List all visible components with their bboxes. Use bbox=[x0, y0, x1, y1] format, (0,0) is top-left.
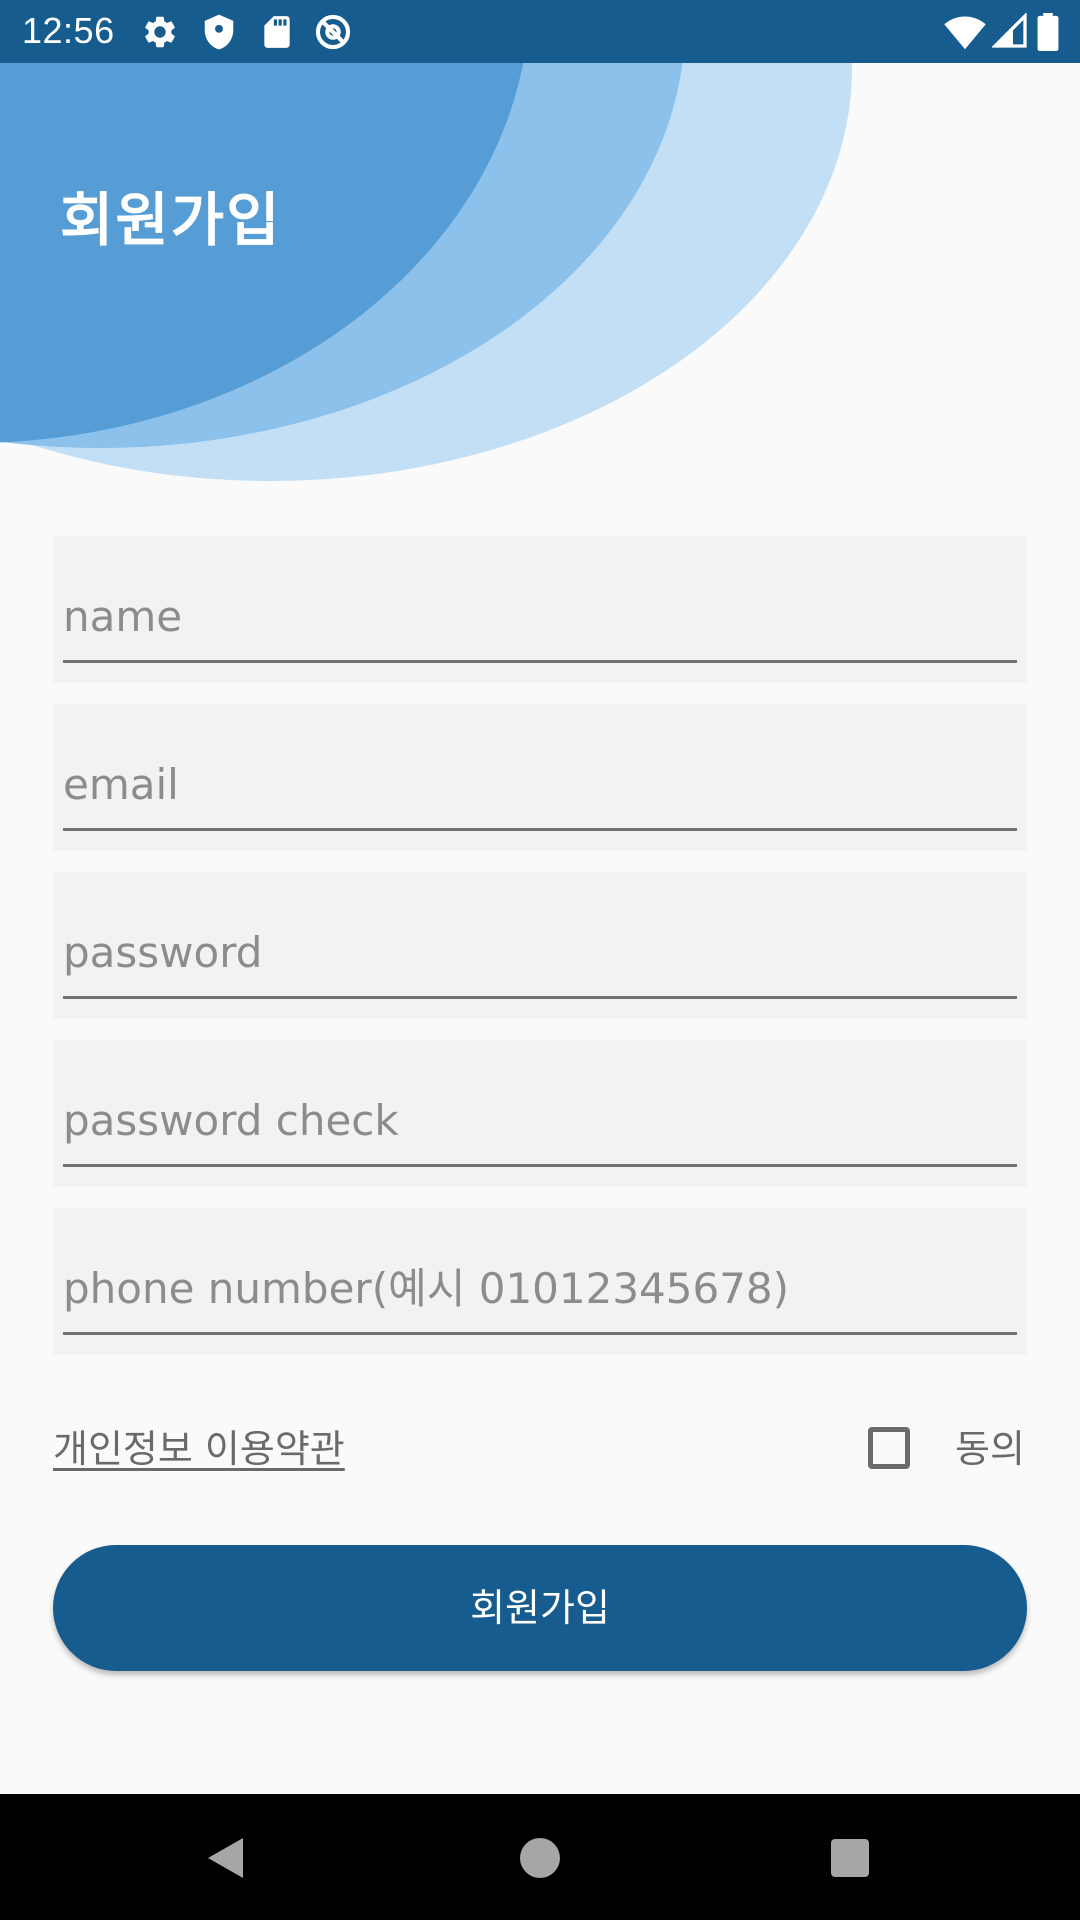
email-field[interactable] bbox=[53, 704, 1027, 851]
signup-button[interactable]: 회원가입 bbox=[53, 1545, 1027, 1671]
back-icon[interactable] bbox=[205, 1836, 245, 1880]
password-check-field[interactable] bbox=[53, 1040, 1027, 1187]
settings-icon bbox=[145, 16, 175, 48]
name-input[interactable] bbox=[63, 586, 1027, 646]
status-bar: 12:56 bbox=[0, 0, 1080, 63]
name-underline bbox=[63, 660, 1017, 663]
shield-icon bbox=[204, 14, 234, 50]
sd-card-icon bbox=[264, 16, 290, 48]
phone-field[interactable] bbox=[53, 1208, 1027, 1355]
name-field[interactable] bbox=[53, 536, 1027, 683]
signup-screen: 12:56 회원가입 name email phone number(예시 01… bbox=[0, 0, 1080, 1920]
header-wave-decoration bbox=[0, 63, 852, 481]
email-input[interactable] bbox=[63, 754, 1027, 814]
signup-button-label: 회원가입 bbox=[470, 1586, 610, 1630]
password-check-input[interactable] bbox=[63, 1090, 1027, 1150]
phone-input[interactable] bbox=[63, 1258, 1027, 1318]
phone-underline bbox=[63, 1332, 1017, 1335]
agree-label: 동의 bbox=[955, 1427, 1025, 1471]
email-underline bbox=[63, 828, 1017, 831]
navigation-bar bbox=[0, 1794, 1080, 1920]
at-sign-icon bbox=[315, 14, 351, 50]
status-time: 12:56 bbox=[22, 10, 115, 51]
recents-icon[interactable] bbox=[831, 1839, 869, 1877]
wifi-icon bbox=[944, 16, 986, 50]
page-title: 회원가입 bbox=[60, 186, 282, 254]
password-check-underline bbox=[63, 1164, 1017, 1167]
battery-icon bbox=[1037, 13, 1059, 51]
home-icon[interactable] bbox=[520, 1838, 560, 1878]
agree-checkbox[interactable] bbox=[868, 1427, 910, 1469]
signal-icon bbox=[992, 13, 1027, 48]
password-field[interactable] bbox=[53, 872, 1027, 1019]
password-input[interactable] bbox=[63, 922, 1027, 982]
privacy-terms-link[interactable]: 개인정보 이용약관 bbox=[53, 1425, 345, 1473]
password-underline bbox=[63, 996, 1017, 999]
